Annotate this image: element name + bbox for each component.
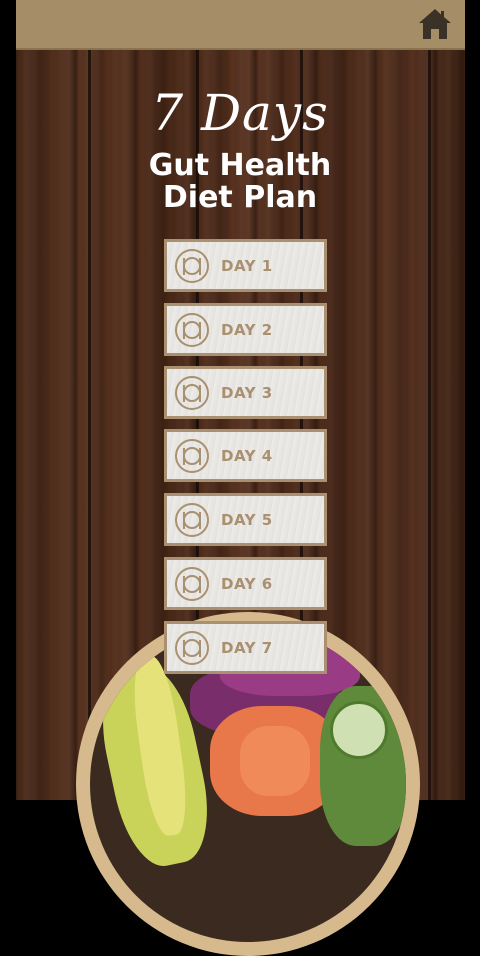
header-bar [16, 0, 465, 50]
plate-icon [175, 438, 209, 473]
day-label: DAY 6 [221, 574, 273, 593]
title-script: 7 Days [151, 84, 329, 142]
day-button-3[interactable]: DAY 3 [164, 366, 327, 419]
day-button-face: DAY 5 [167, 496, 324, 543]
day-label: DAY 5 [221, 510, 273, 529]
home-icon [419, 9, 451, 39]
right-border [465, 0, 480, 800]
plate-icon [175, 312, 209, 347]
day-button-face: DAY 2 [167, 306, 324, 353]
day-button-1[interactable]: DAY 1 [164, 239, 327, 292]
day-button-4[interactable]: DAY 4 [164, 429, 327, 482]
plate-icon [175, 566, 209, 601]
day-button-6[interactable]: DAY 6 [164, 557, 327, 610]
day-label: DAY 7 [221, 638, 273, 657]
plate-icon [175, 248, 209, 283]
left-border [0, 0, 16, 800]
day-button-face: DAY 6 [167, 560, 324, 607]
page-title: Gut Health Diet Plan [110, 150, 370, 214]
day-button-2[interactable]: DAY 2 [164, 303, 327, 356]
day-button-5[interactable]: DAY 5 [164, 493, 327, 546]
day-button-face: DAY 3 [167, 369, 324, 416]
day-button-7[interactable]: DAY 7 [164, 621, 327, 674]
plate-icon [175, 375, 209, 410]
day-button-face: DAY 1 [167, 242, 324, 289]
title-line-1: Gut Health [148, 148, 332, 183]
plate-icon [175, 502, 209, 537]
day-button-face: DAY 4 [167, 432, 324, 479]
day-label: DAY 1 [221, 256, 273, 275]
day-label: DAY 4 [221, 446, 273, 465]
day-label: DAY 2 [221, 320, 273, 339]
day-button-face: DAY 7 [167, 624, 324, 671]
plank-gap [428, 50, 431, 800]
plate-icon [175, 630, 209, 665]
plank-gap [88, 50, 91, 800]
title-line-2: Diet Plan [162, 180, 318, 215]
home-button[interactable] [415, 5, 455, 43]
day-label: DAY 3 [221, 383, 273, 402]
